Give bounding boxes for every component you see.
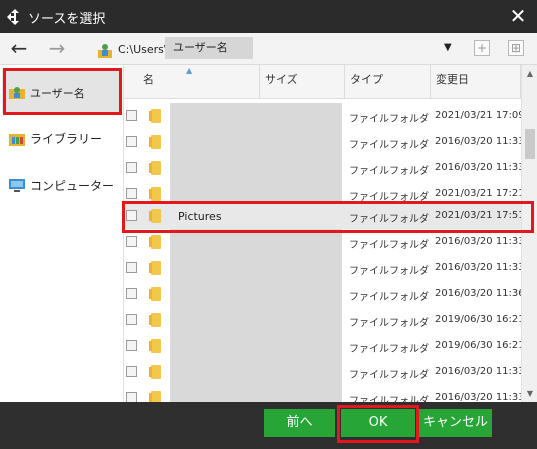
folder-icon <box>149 365 161 379</box>
file-date: 2016/03/20 11:33 <box>435 136 525 147</box>
dropdown-arrow-icon[interactable]: ▼ <box>444 42 452 53</box>
sidebar: ユーザー名 ライブラリー コンピューター <box>0 65 124 402</box>
row-checkbox[interactable] <box>126 162 137 173</box>
user-folder-icon <box>98 44 112 58</box>
row-checkbox[interactable] <box>126 340 137 351</box>
column-size[interactable]: サイズ <box>260 65 345 99</box>
file-row[interactable]: ファイルフォルダ 2019/06/30 16:21 <box>124 333 525 359</box>
file-type: ファイルフォルダ <box>349 114 429 125</box>
file-type: ファイルフォルダ <box>349 318 429 329</box>
file-type: ファイルフォルダ <box>349 396 429 402</box>
file-date: 2021/03/21 17:51 <box>435 210 525 221</box>
row-checkbox[interactable] <box>126 288 137 299</box>
folder-icon <box>149 287 161 301</box>
file-row[interactable]: ファイルフォルダ 2016/03/20 11:33 <box>124 229 525 255</box>
file-row[interactable]: ファイルフォルダ 2016/03/20 11:36 <box>124 281 525 307</box>
scroll-down-icon[interactable]: ▼ <box>522 387 537 401</box>
file-type: ファイルフォルダ <box>349 370 429 381</box>
file-date: 2016/03/20 11:33 <box>435 236 525 247</box>
file-name: Pictures <box>178 210 222 223</box>
folder-icon <box>149 391 161 402</box>
folder-icon <box>149 261 161 275</box>
file-date: 2016/03/20 11:33 <box>435 262 525 273</box>
file-row[interactable]: ファイルフォルダ 2019/06/30 16:21 <box>124 307 525 333</box>
sidebar-item-label: コンピューター <box>30 179 115 193</box>
title-bar: ソースを選択 ✕ <box>0 0 537 33</box>
file-type: ファイルフォルダ <box>349 192 429 203</box>
file-type: ファイルフォルダ <box>349 166 429 177</box>
folder-icon <box>149 339 161 353</box>
file-date: 2016/03/20 11:33 <box>435 392 525 402</box>
window-title: ソースを選択 <box>28 12 106 27</box>
file-date: 2021/03/21 17:09 <box>435 110 525 121</box>
file-date: 2019/06/30 16:21 <box>435 314 525 325</box>
file-list: 名 ▲ サイズ タイプ 変更日 ファイルフォルダ 2021/03/21 17:0… <box>124 65 537 402</box>
forward-arrow-icon[interactable]: → <box>44 38 70 60</box>
file-type: ファイルフォルダ <box>349 266 429 277</box>
file-row[interactable]: ファイルフォルダ 2016/03/20 11:33 <box>124 255 525 281</box>
sort-ascending-icon: ▲ <box>186 66 193 75</box>
column-header: 名 ▲ サイズ タイプ 変更日 <box>124 65 521 99</box>
path-user-segment[interactable]: ユーザー名 <box>165 37 253 59</box>
file-row[interactable]: ファイルフォルダ 2016/03/20 11:33 <box>124 129 525 155</box>
column-modified[interactable]: 変更日 <box>431 65 521 99</box>
folder-icon <box>149 313 161 327</box>
row-checkbox[interactable] <box>126 210 137 221</box>
row-checkbox[interactable] <box>126 136 137 147</box>
back-arrow-icon[interactable]: ← <box>6 38 32 60</box>
row-checkbox[interactable] <box>126 188 137 199</box>
sync-arrows-icon <box>7 9 19 25</box>
cancel-button[interactable]: キャンセル <box>419 409 492 437</box>
folder-icon <box>149 187 161 201</box>
file-row[interactable]: ファイルフォルダ 2016/03/20 11:33 <box>124 155 525 181</box>
file-row[interactable]: ファイルフォルダ 2016/03/20 11:33 <box>124 359 525 385</box>
row-checkbox[interactable] <box>126 262 137 273</box>
row-checkbox[interactable] <box>126 314 137 325</box>
file-date: 2021/03/21 17:21 <box>435 188 525 199</box>
file-row-pictures[interactable]: Pictures ファイルフォルダ 2021/03/21 17:51 <box>124 203 525 229</box>
row-checkbox[interactable] <box>126 392 137 402</box>
library-icon <box>9 134 25 146</box>
user-folder-icon <box>9 87 25 99</box>
sidebar-item-label: ライブラリー <box>30 132 103 146</box>
close-icon[interactable]: ✕ <box>507 5 529 27</box>
column-type[interactable]: タイプ <box>345 65 431 99</box>
sidebar-item-library[interactable]: ライブラリー <box>2 116 120 160</box>
sidebar-item-computer[interactable]: コンピューター <box>2 163 120 207</box>
folder-icon <box>149 135 161 149</box>
row-checkbox[interactable] <box>126 366 137 377</box>
previous-button[interactable]: 前へ <box>264 409 335 437</box>
file-date: 2019/06/30 16:21 <box>435 340 525 351</box>
row-checkbox[interactable] <box>126 110 137 121</box>
file-type: ファイルフォルダ <box>349 214 429 225</box>
file-date: 2016/03/20 11:36 <box>435 288 525 299</box>
file-type: ファイルフォルダ <box>349 344 429 355</box>
column-name[interactable]: 名 ▲ <box>124 65 260 99</box>
sidebar-item-label: ユーザー名 <box>30 87 85 100</box>
file-type: ファイルフォルダ <box>349 240 429 251</box>
file-row[interactable]: ファイルフォルダ 2021/03/21 17:09 <box>124 103 525 129</box>
sidebar-item-user[interactable]: ユーザー名 <box>2 69 120 113</box>
folder-icon <box>149 161 161 175</box>
file-date: 2016/03/20 11:33 <box>435 162 525 173</box>
folder-icon <box>149 235 161 249</box>
view-grid-icon[interactable]: ⊞ <box>508 40 524 56</box>
ok-button[interactable]: OK <box>341 409 415 437</box>
folder-icon <box>149 109 161 123</box>
vertical-scrollbar[interactable]: ▲ ▼ <box>521 65 537 402</box>
scroll-thumb[interactable] <box>525 129 535 159</box>
address-bar: ← → C:\Users\ ユーザー名 ▼ + ⊞ <box>0 33 537 65</box>
file-date: 2016/03/20 11:33 <box>435 366 525 377</box>
scroll-up-icon[interactable]: ▲ <box>522 67 537 81</box>
computer-icon <box>9 179 25 192</box>
row-checkbox[interactable] <box>126 236 137 247</box>
file-row[interactable]: ファイルフォルダ 2016/03/20 11:33 <box>124 385 525 402</box>
file-type: ファイルフォルダ <box>349 292 429 303</box>
path-prefix: C:\Users\ <box>118 43 168 56</box>
folder-icon <box>149 209 161 223</box>
file-type: ファイルフォルダ <box>349 140 429 151</box>
new-folder-icon[interactable]: + <box>474 40 490 56</box>
